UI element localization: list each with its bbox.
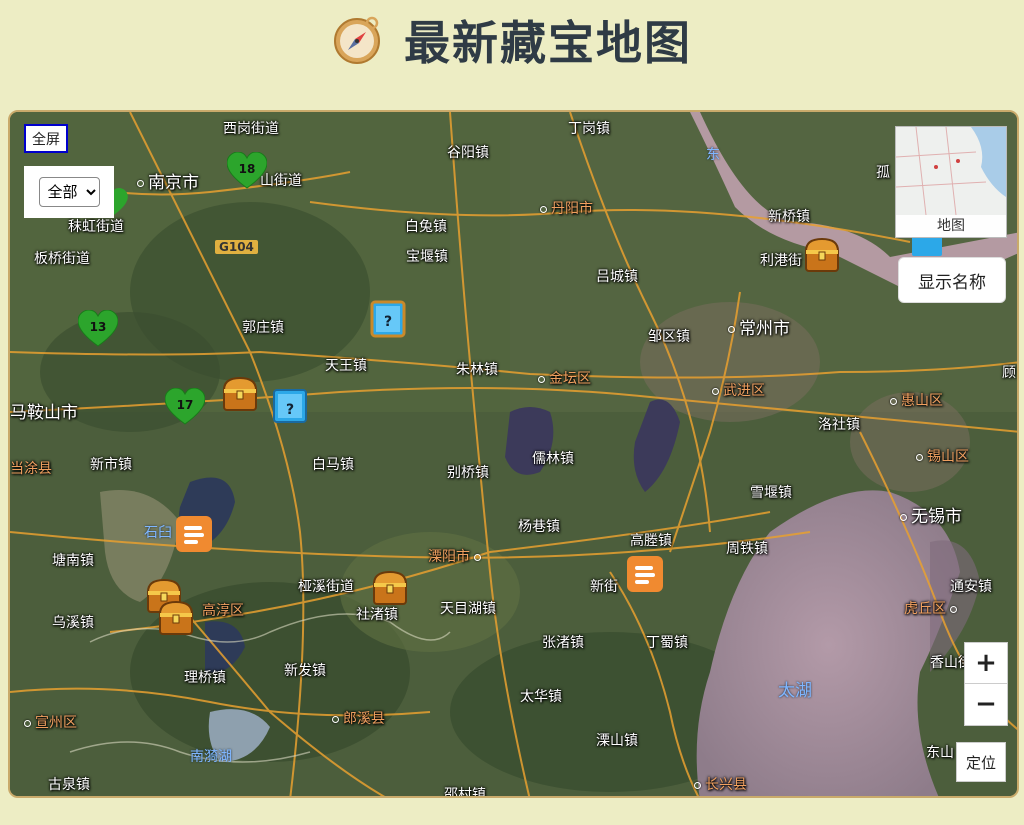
place-label: 利港街 (760, 253, 802, 269)
place-label: 溧山镇 (596, 733, 638, 749)
mystery-box-marker[interactable]: ? (272, 388, 308, 428)
place-dangtu: 当涂县 (10, 461, 52, 477)
place-label: 新街 (590, 579, 618, 595)
place-huishan: 惠山区 (890, 390, 943, 410)
mystery-box-icon (912, 236, 942, 256)
place-label: 天目湖镇 (440, 601, 496, 617)
place-label: 新发镇 (284, 663, 326, 679)
mystery-box-marker[interactable]: ? (370, 296, 406, 344)
place-label: 张渚镇 (542, 635, 584, 651)
notice-icon (627, 556, 663, 592)
heart-marker[interactable]: 13 (77, 309, 119, 348)
orange-notice-marker[interactable] (176, 516, 212, 556)
minimap-thumbnail (896, 127, 1006, 216)
place-nanjing: 南京市 (137, 168, 199, 193)
svg-text:?: ? (384, 314, 392, 330)
minimap-label: 地图 (896, 215, 1006, 237)
place-label: 高塍镇 (630, 533, 672, 549)
header: 最新藏宝地图 (0, 0, 1024, 80)
place-label: 天王镇 (325, 358, 367, 374)
place-label: 理桥镇 (184, 670, 226, 686)
place-label: 新桥镇 (768, 209, 810, 225)
treasure-chest-marker[interactable] (158, 600, 194, 640)
place-label: 桠溪街道 (298, 579, 354, 595)
map-canvas[interactable]: 南京市 西岗街道 山街道 谷阳镇 丁岗镇 丹阳市 新桥镇 利港街 白兔镇 宝堰镇… (8, 110, 1019, 798)
filter-select-container: 全部 (24, 166, 114, 218)
place-label: 新市镇 (90, 457, 132, 473)
place-gaochun: 高淳区 (202, 603, 244, 619)
treasure-chest-marker[interactable] (372, 570, 408, 610)
compass-icon (334, 16, 380, 64)
place-label: 宝堰镇 (406, 249, 448, 265)
treasure-chest-icon (372, 570, 408, 605)
road-g104: G104 (215, 240, 258, 254)
place-label: 洛社镇 (818, 417, 860, 433)
place-label: 古泉镇 (48, 777, 90, 793)
place-label: 太华镇 (520, 689, 562, 705)
place-wujin: 武进区 (712, 380, 765, 400)
place-label: 周铁镇 (726, 541, 768, 557)
place-label: 秣虹街道 (68, 219, 124, 235)
page-title: 最新藏宝地图 (404, 16, 692, 70)
place-label: 邵村镇 (444, 787, 486, 798)
place-label: 朱林镇 (456, 362, 498, 378)
treasure-chest-marker[interactable] (222, 376, 258, 416)
treasure-chest-icon (804, 237, 840, 272)
zoom-control: + − (964, 642, 1008, 726)
place-jintan: 金坛区 (538, 368, 591, 388)
place-label: 谷阳镇 (447, 145, 489, 161)
place-label: 通安镇 (950, 579, 992, 595)
zoom-in-button[interactable]: + (965, 643, 1007, 683)
place-xishan: 锡山区 (916, 446, 969, 466)
place-label: 白马镇 (312, 457, 354, 473)
filter-select[interactable]: 全部 (38, 177, 100, 207)
place-changzhou: 常州市 (728, 314, 790, 339)
place-taihu: 太湖 (778, 681, 812, 701)
place-label: 西岗街道 (223, 121, 279, 137)
satellite-map[interactable] (10, 112, 1019, 798)
show-names-button[interactable]: 显示名称 (898, 257, 1006, 303)
place-nanyi-lake: 南漪湖 (190, 749, 232, 765)
minimap[interactable]: 地图 (895, 126, 1007, 238)
treasure-chest-marker[interactable] (804, 237, 840, 277)
place-maanshan: 马鞍山市 (10, 403, 78, 423)
place-liyang: 溧阳市 (428, 546, 485, 566)
heart-marker[interactable]: 17 (164, 387, 206, 426)
place-label: 塘南镇 (52, 553, 94, 569)
place-label: 孤 (876, 165, 890, 181)
fullscreen-button[interactable]: 全屏 (24, 124, 68, 153)
place-wuxi: 无锡市 (900, 502, 962, 527)
treasure-chest-icon (158, 600, 194, 635)
place-label: 丁蜀镇 (646, 635, 688, 651)
svg-text:?: ? (286, 402, 294, 418)
place-langxi: 郎溪县 (332, 708, 385, 728)
place-xuanzhou: 宣州区 (24, 712, 77, 732)
place-label: 雪堰镇 (750, 485, 792, 501)
place-label: 东 (706, 147, 720, 163)
notice-icon (176, 516, 212, 552)
place-huqiu: 虎丘区 (904, 598, 961, 618)
place-label: 郭庄镇 (242, 320, 284, 336)
place-danyang: 丹阳市 (540, 198, 593, 218)
place-label: 别桥镇 (447, 465, 489, 481)
place-label: 顾 (1002, 365, 1016, 381)
place-label: 吕城镇 (596, 269, 638, 285)
treasure-chest-icon (222, 376, 258, 411)
mystery-box-icon: ? (273, 389, 307, 423)
place-label: 白兔镇 (405, 219, 447, 235)
place-label: 杨巷镇 (518, 519, 560, 535)
heart-marker[interactable]: 18 (226, 151, 268, 190)
locate-button[interactable]: 定位 (956, 742, 1006, 782)
orange-notice-marker[interactable] (627, 556, 663, 596)
place-label: 丁岗镇 (568, 121, 610, 137)
place-changxing: 长兴县 (694, 774, 747, 794)
place-label: 板桥街道 (34, 251, 90, 267)
zoom-out-button[interactable]: − (965, 683, 1007, 724)
place-shijiu-lake: 石臼 (144, 525, 172, 541)
place-label: 乌溪镇 (52, 615, 94, 631)
mystery-box-icon: ? (370, 300, 406, 338)
place-label: 邹区镇 (648, 329, 690, 345)
place-label: 东山 (926, 745, 954, 761)
place-label: 儒林镇 (532, 451, 574, 467)
